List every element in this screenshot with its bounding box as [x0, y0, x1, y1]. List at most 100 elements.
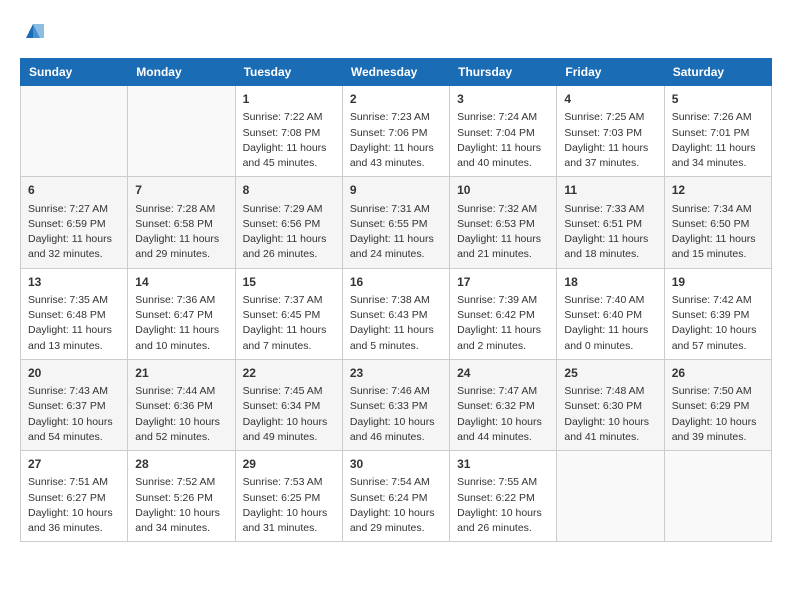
day-detail: Sunrise: 7:35 AM Sunset: 6:48 PM Dayligh…: [28, 293, 120, 354]
day-detail: Sunrise: 7:31 AM Sunset: 6:55 PM Dayligh…: [350, 202, 442, 263]
day-detail: Sunrise: 7:47 AM Sunset: 6:32 PM Dayligh…: [457, 384, 549, 445]
calendar-cell: 6Sunrise: 7:27 AM Sunset: 6:59 PM Daylig…: [21, 177, 128, 268]
calendar-cell: 30 Sunrise: 7:54 AM Sunset: 6:24 PM Dayli…: [342, 451, 449, 542]
day-detail: Sunrise: 7:24 AM Sunset: 7:04 PM Dayligh…: [457, 110, 549, 171]
calendar-cell: 5Sunrise: 7:26 AM Sunset: 7:01 PM Daylig…: [664, 86, 771, 177]
day-number: 20: [28, 365, 120, 382]
col-header-saturday: Saturday: [664, 59, 771, 86]
week-row: 1 Sunrise: 7:22 AM Sunset: 7:08 PM Daylig…: [21, 86, 772, 177]
day-number: 4: [564, 91, 656, 108]
week-row: 20 Sunrise: 7:43 AM Sunset: 6:37 PM Dayli…: [21, 359, 772, 450]
day-number: 18: [564, 274, 656, 291]
calendar-cell: 17 Sunrise: 7:39 AM Sunset: 6:42 PM Dayli…: [450, 268, 557, 359]
calendar-cell: [664, 451, 771, 542]
calendar-cell: 20 Sunrise: 7:43 AM Sunset: 6:37 PM Dayli…: [21, 359, 128, 450]
calendar-cell: 9 Sunrise: 7:31 AM Sunset: 6:55 PM Daylig…: [342, 177, 449, 268]
day-detail: Sunrise: 7:54 AM Sunset: 6:24 PM Dayligh…: [350, 475, 442, 536]
day-detail: Sunrise: 7:38 AM Sunset: 6:43 PM Dayligh…: [350, 293, 442, 354]
day-detail: Sunrise: 7:34 AM Sunset: 6:50 PM Dayligh…: [672, 202, 764, 263]
col-header-wednesday: Wednesday: [342, 59, 449, 86]
day-number: 6: [28, 182, 120, 199]
day-number: 27: [28, 456, 120, 473]
day-detail: Sunrise: 7:28 AM Sunset: 6:58 PM Dayligh…: [135, 202, 227, 263]
day-detail: Sunrise: 7:45 AM Sunset: 6:34 PM Dayligh…: [243, 384, 335, 445]
day-number: 31: [457, 456, 549, 473]
day-detail: Sunrise: 7:39 AM Sunset: 6:42 PM Dayligh…: [457, 293, 549, 354]
calendar-cell: 13 Sunrise: 7:35 AM Sunset: 6:48 PM Dayli…: [21, 268, 128, 359]
day-number: 28: [135, 456, 227, 473]
page-header: [20, 20, 772, 42]
day-number: 23: [350, 365, 442, 382]
day-detail: Sunrise: 7:22 AM Sunset: 7:08 PM Dayligh…: [243, 110, 335, 171]
col-header-tuesday: Tuesday: [235, 59, 342, 86]
day-detail: Sunrise: 7:37 AM Sunset: 6:45 PM Dayligh…: [243, 293, 335, 354]
day-detail: Sunrise: 7:33 AM Sunset: 6:51 PM Dayligh…: [564, 202, 656, 263]
day-number: 29: [243, 456, 335, 473]
day-detail: Sunrise: 7:52 AM Sunset: 5:26 PM Dayligh…: [135, 475, 227, 536]
calendar-cell: 31 Sunrise: 7:55 AM Sunset: 6:22 PM Dayli…: [450, 451, 557, 542]
day-detail: Sunrise: 7:26 AM Sunset: 7:01 PM Dayligh…: [672, 110, 764, 171]
day-number: 1: [243, 91, 335, 108]
calendar-cell: 14Sunrise: 7:36 AM Sunset: 6:47 PM Dayli…: [128, 268, 235, 359]
calendar-cell: 11Sunrise: 7:33 AM Sunset: 6:51 PM Dayli…: [557, 177, 664, 268]
day-number: 30: [350, 456, 442, 473]
day-number: 8: [243, 182, 335, 199]
day-number: 2: [350, 91, 442, 108]
calendar-cell: 28 Sunrise: 7:52 AM Sunset: 5:26 PM Dayli…: [128, 451, 235, 542]
day-detail: Sunrise: 7:51 AM Sunset: 6:27 PM Dayligh…: [28, 475, 120, 536]
calendar-cell: 21Sunrise: 7:44 AM Sunset: 6:36 PM Dayli…: [128, 359, 235, 450]
calendar-cell: 1 Sunrise: 7:22 AM Sunset: 7:08 PM Daylig…: [235, 86, 342, 177]
day-detail: Sunrise: 7:25 AM Sunset: 7:03 PM Dayligh…: [564, 110, 656, 171]
day-detail: Sunrise: 7:32 AM Sunset: 6:53 PM Dayligh…: [457, 202, 549, 263]
day-detail: Sunrise: 7:53 AM Sunset: 6:25 PM Dayligh…: [243, 475, 335, 536]
header-row: SundayMondayTuesdayWednesdayThursdayFrid…: [21, 59, 772, 86]
calendar-table: SundayMondayTuesdayWednesdayThursdayFrid…: [20, 58, 772, 542]
col-header-thursday: Thursday: [450, 59, 557, 86]
col-header-sunday: Sunday: [21, 59, 128, 86]
calendar-cell: 27 Sunrise: 7:51 AM Sunset: 6:27 PM Dayli…: [21, 451, 128, 542]
week-row: 27 Sunrise: 7:51 AM Sunset: 6:27 PM Dayli…: [21, 451, 772, 542]
day-number: 24: [457, 365, 549, 382]
calendar-cell: 26 Sunrise: 7:50 AM Sunset: 6:29 PM Dayli…: [664, 359, 771, 450]
calendar-body: 1 Sunrise: 7:22 AM Sunset: 7:08 PM Daylig…: [21, 86, 772, 542]
col-header-friday: Friday: [557, 59, 664, 86]
day-detail: Sunrise: 7:46 AM Sunset: 6:33 PM Dayligh…: [350, 384, 442, 445]
calendar-cell: 25Sunrise: 7:48 AM Sunset: 6:30 PM Dayli…: [557, 359, 664, 450]
day-number: 9: [350, 182, 442, 199]
calendar-cell: 12 Sunrise: 7:34 AM Sunset: 6:50 PM Dayli…: [664, 177, 771, 268]
day-number: 25: [564, 365, 656, 382]
day-number: 22: [243, 365, 335, 382]
calendar-cell: 18 Sunrise: 7:40 AM Sunset: 6:40 PM Dayli…: [557, 268, 664, 359]
day-detail: Sunrise: 7:55 AM Sunset: 6:22 PM Dayligh…: [457, 475, 549, 536]
day-detail: Sunrise: 7:23 AM Sunset: 7:06 PM Dayligh…: [350, 110, 442, 171]
day-number: 26: [672, 365, 764, 382]
day-detail: Sunrise: 7:44 AM Sunset: 6:36 PM Dayligh…: [135, 384, 227, 445]
col-header-monday: Monday: [128, 59, 235, 86]
day-number: 17: [457, 274, 549, 291]
calendar-cell: 22 Sunrise: 7:45 AM Sunset: 6:34 PM Dayli…: [235, 359, 342, 450]
calendar-cell: 2 Sunrise: 7:23 AM Sunset: 7:06 PM Daylig…: [342, 86, 449, 177]
day-number: 12: [672, 182, 764, 199]
calendar-cell: [128, 86, 235, 177]
calendar-header: SundayMondayTuesdayWednesdayThursdayFrid…: [21, 59, 772, 86]
calendar-cell: 4 Sunrise: 7:25 AM Sunset: 7:03 PM Daylig…: [557, 86, 664, 177]
day-detail: Sunrise: 7:36 AM Sunset: 6:47 PM Dayligh…: [135, 293, 227, 354]
day-detail: Sunrise: 7:50 AM Sunset: 6:29 PM Dayligh…: [672, 384, 764, 445]
day-detail: Sunrise: 7:43 AM Sunset: 6:37 PM Dayligh…: [28, 384, 120, 445]
day-number: 3: [457, 91, 549, 108]
logo: [20, 20, 44, 42]
calendar-cell: 24 Sunrise: 7:47 AM Sunset: 6:32 PM Dayli…: [450, 359, 557, 450]
calendar-cell: [557, 451, 664, 542]
day-detail: Sunrise: 7:40 AM Sunset: 6:40 PM Dayligh…: [564, 293, 656, 354]
calendar-cell: 19 Sunrise: 7:42 AM Sunset: 6:39 PM Dayli…: [664, 268, 771, 359]
logo-icon: [22, 20, 44, 42]
day-detail: Sunrise: 7:29 AM Sunset: 6:56 PM Dayligh…: [243, 202, 335, 263]
day-number: 13: [28, 274, 120, 291]
calendar-cell: 15Sunrise: 7:37 AM Sunset: 6:45 PM Dayli…: [235, 268, 342, 359]
day-detail: Sunrise: 7:42 AM Sunset: 6:39 PM Dayligh…: [672, 293, 764, 354]
calendar-cell: 23 Sunrise: 7:46 AM Sunset: 6:33 PM Dayli…: [342, 359, 449, 450]
calendar-cell: 8 Sunrise: 7:29 AM Sunset: 6:56 PM Daylig…: [235, 177, 342, 268]
day-number: 19: [672, 274, 764, 291]
calendar-cell: 3 Sunrise: 7:24 AM Sunset: 7:04 PM Daylig…: [450, 86, 557, 177]
calendar-cell: 7Sunrise: 7:28 AM Sunset: 6:58 PM Daylig…: [128, 177, 235, 268]
